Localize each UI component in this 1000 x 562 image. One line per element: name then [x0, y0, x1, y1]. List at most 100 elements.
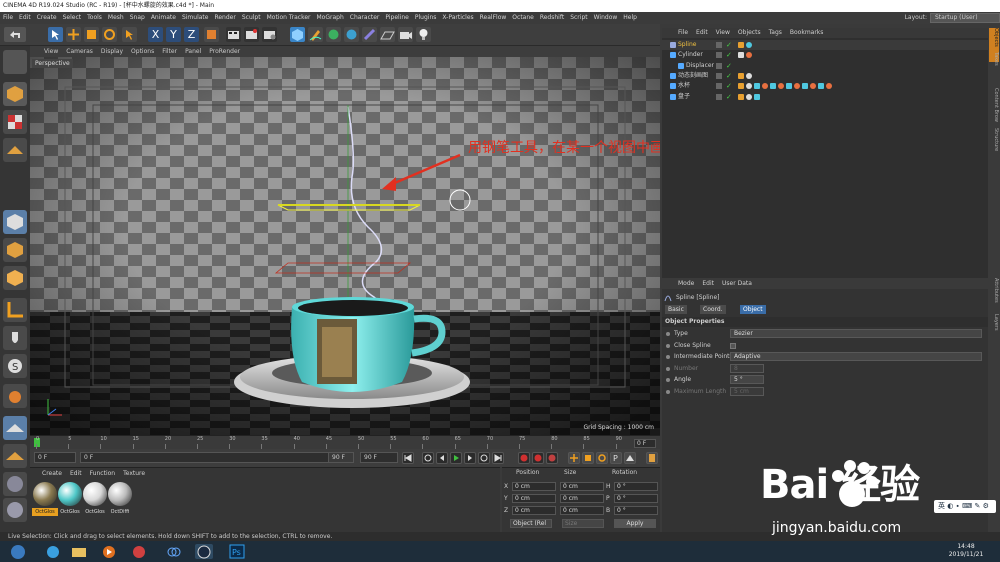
animate-dot-icon[interactable] [666, 366, 670, 371]
key-scale-icon[interactable] [582, 452, 594, 464]
size-field[interactable]: 0 cm [560, 494, 604, 503]
object-tag-icon[interactable] [738, 93, 744, 100]
viewport-menu-panel[interactable]: Panel [181, 46, 205, 57]
viewport-menu-options[interactable]: Options [127, 46, 158, 57]
object-menu-bookmarks[interactable]: Bookmarks [786, 28, 828, 38]
workplane-icon[interactable] [3, 138, 27, 162]
menu-animate[interactable]: Animate [148, 12, 179, 24]
object-menu-edit[interactable]: Edit [692, 28, 712, 38]
menu-snap[interactable]: Snap [127, 12, 148, 24]
side-tab-attributes[interactable]: Attributes [989, 278, 999, 312]
menu-window[interactable]: Window [591, 12, 621, 24]
menu-octane[interactable]: Octane [509, 12, 537, 24]
object-name[interactable]: Cylinder [678, 50, 703, 60]
attribute-field[interactable]: 8 [730, 363, 764, 373]
visibility-toggle-icon[interactable] [716, 93, 722, 100]
object-tag-icon[interactable] [738, 42, 744, 48]
timeline-ruler[interactable]: 0 5 10 15 20 25 30 35 40 45 50 55 60 65 70 75 80 85 90 0 F [30, 435, 660, 449]
material-swatch[interactable] [58, 482, 82, 506]
menu-plugins[interactable]: Plugins [412, 12, 440, 24]
ime-toolbar[interactable]: 英 ◐ ∙ ⌨ ✎ ⚙ [934, 500, 996, 513]
menu-file[interactable]: File [0, 12, 16, 24]
viewport-menu-cameras[interactable]: Cameras [62, 46, 97, 57]
object-menu-tags[interactable]: Tags [765, 28, 786, 38]
layout-dropdown[interactable]: Startup (User) [930, 12, 1000, 23]
undo-button[interactable] [4, 27, 26, 42]
axis-mode-icon[interactable] [3, 298, 27, 322]
menu-script[interactable]: Script [567, 12, 590, 24]
viewport-menu-display[interactable]: Display [97, 46, 127, 57]
solo-hierarchy-icon[interactable] [3, 498, 27, 522]
rotation-field[interactable]: 0 ° [614, 482, 658, 491]
solo-icon[interactable] [3, 472, 27, 496]
file-explorer-icon[interactable] [70, 544, 88, 559]
material-menu-create[interactable]: Create [38, 468, 66, 479]
object-tag-icon[interactable] [786, 83, 792, 90]
z-axis-lock-button[interactable]: Z [184, 27, 199, 42]
material-swatch[interactable] [108, 482, 132, 506]
move-tool-icon[interactable] [66, 27, 81, 42]
attribute-field[interactable]: Bezier [730, 329, 982, 338]
subdivision-surface-icon[interactable] [326, 27, 341, 42]
enabled-check-icon[interactable]: ✓ [726, 93, 732, 101]
texture-mode-icon[interactable] [3, 110, 27, 134]
object-name[interactable]: Spline [678, 40, 696, 50]
light-icon[interactable] [416, 27, 431, 42]
material-swatch[interactable] [83, 482, 107, 506]
object-menu-view[interactable]: View [712, 28, 734, 38]
enabled-check-icon[interactable]: ✓ [726, 51, 732, 59]
object-tag-icon[interactable] [746, 93, 752, 100]
model-mode-icon[interactable] [3, 82, 27, 106]
coordinate-system-icon[interactable] [204, 27, 219, 42]
attribute-tab-basic[interactable]: Basic [665, 305, 687, 314]
enabled-check-icon[interactable]: ✓ [726, 41, 732, 49]
cube-object-icon[interactable] [290, 27, 305, 42]
photoshop-taskbar-icon[interactable]: Ps [228, 544, 246, 559]
side-tab-layers[interactable]: Layers [989, 314, 999, 348]
ie-browser-icon[interactable] [44, 544, 62, 559]
attribute-tab-coord[interactable]: Coord. [700, 305, 726, 314]
deformer-icon[interactable] [362, 27, 377, 42]
preview-end-field[interactable]: 90 F [328, 452, 354, 463]
menu-mograph[interactable]: MoGraph [314, 12, 347, 24]
enabled-check-icon[interactable]: ✓ [726, 72, 732, 80]
play-icon[interactable] [450, 452, 462, 464]
viewport-menu-view[interactable]: View [40, 46, 62, 57]
size-field[interactable]: 0 cm [560, 482, 604, 491]
go-to-end-icon[interactable] [492, 452, 504, 464]
grid-workplane-icon[interactable] [3, 444, 27, 468]
object-tag-icon[interactable] [746, 52, 752, 59]
render-picture-viewer-icon[interactable] [244, 27, 259, 42]
object-tag-icon[interactable] [818, 83, 824, 90]
next-key-icon[interactable] [478, 452, 490, 464]
timeline-settings-icon[interactable] [646, 452, 658, 464]
object-row[interactable]: Displacer ✓ [662, 61, 988, 71]
workplane-lock-icon[interactable] [3, 416, 27, 440]
viewport-label[interactable]: Perspective [32, 59, 73, 68]
size-mode-dropdown[interactable]: Size [562, 519, 604, 528]
menu-render[interactable]: Render [211, 12, 238, 24]
points-mode-icon[interactable] [3, 210, 27, 234]
menu-mesh[interactable]: Mesh [105, 12, 127, 24]
animate-dot-icon[interactable] [666, 389, 670, 394]
key-pla-icon[interactable] [624, 452, 636, 464]
material-label[interactable]: OctDiffi [107, 508, 133, 516]
array-icon[interactable] [344, 27, 359, 42]
object-name[interactable]: 盘子 [678, 92, 690, 102]
menu-pipeline[interactable]: Pipeline [382, 12, 411, 24]
go-to-start-icon[interactable] [402, 452, 414, 464]
menu-motion-tracker[interactable]: Motion Tracker [264, 12, 314, 24]
object-menu-objects[interactable]: Objects [734, 28, 765, 38]
animate-dot-icon[interactable] [666, 343, 670, 348]
object-tag-icon[interactable] [746, 42, 752, 48]
object-name[interactable]: 水杯 [678, 81, 690, 91]
render-view-icon[interactable] [226, 27, 241, 42]
object-tag-icon[interactable] [746, 72, 752, 79]
object-tag-icon[interactable] [794, 83, 800, 90]
object-row[interactable]: 动态刻画图 ✓ [662, 71, 988, 81]
previous-frame-icon[interactable] [436, 452, 448, 464]
object-tag-icon[interactable] [754, 83, 760, 90]
apply-button[interactable]: Apply [614, 519, 656, 528]
size-field[interactable]: 0 cm [560, 506, 604, 515]
scale-tool-icon[interactable] [84, 27, 99, 42]
